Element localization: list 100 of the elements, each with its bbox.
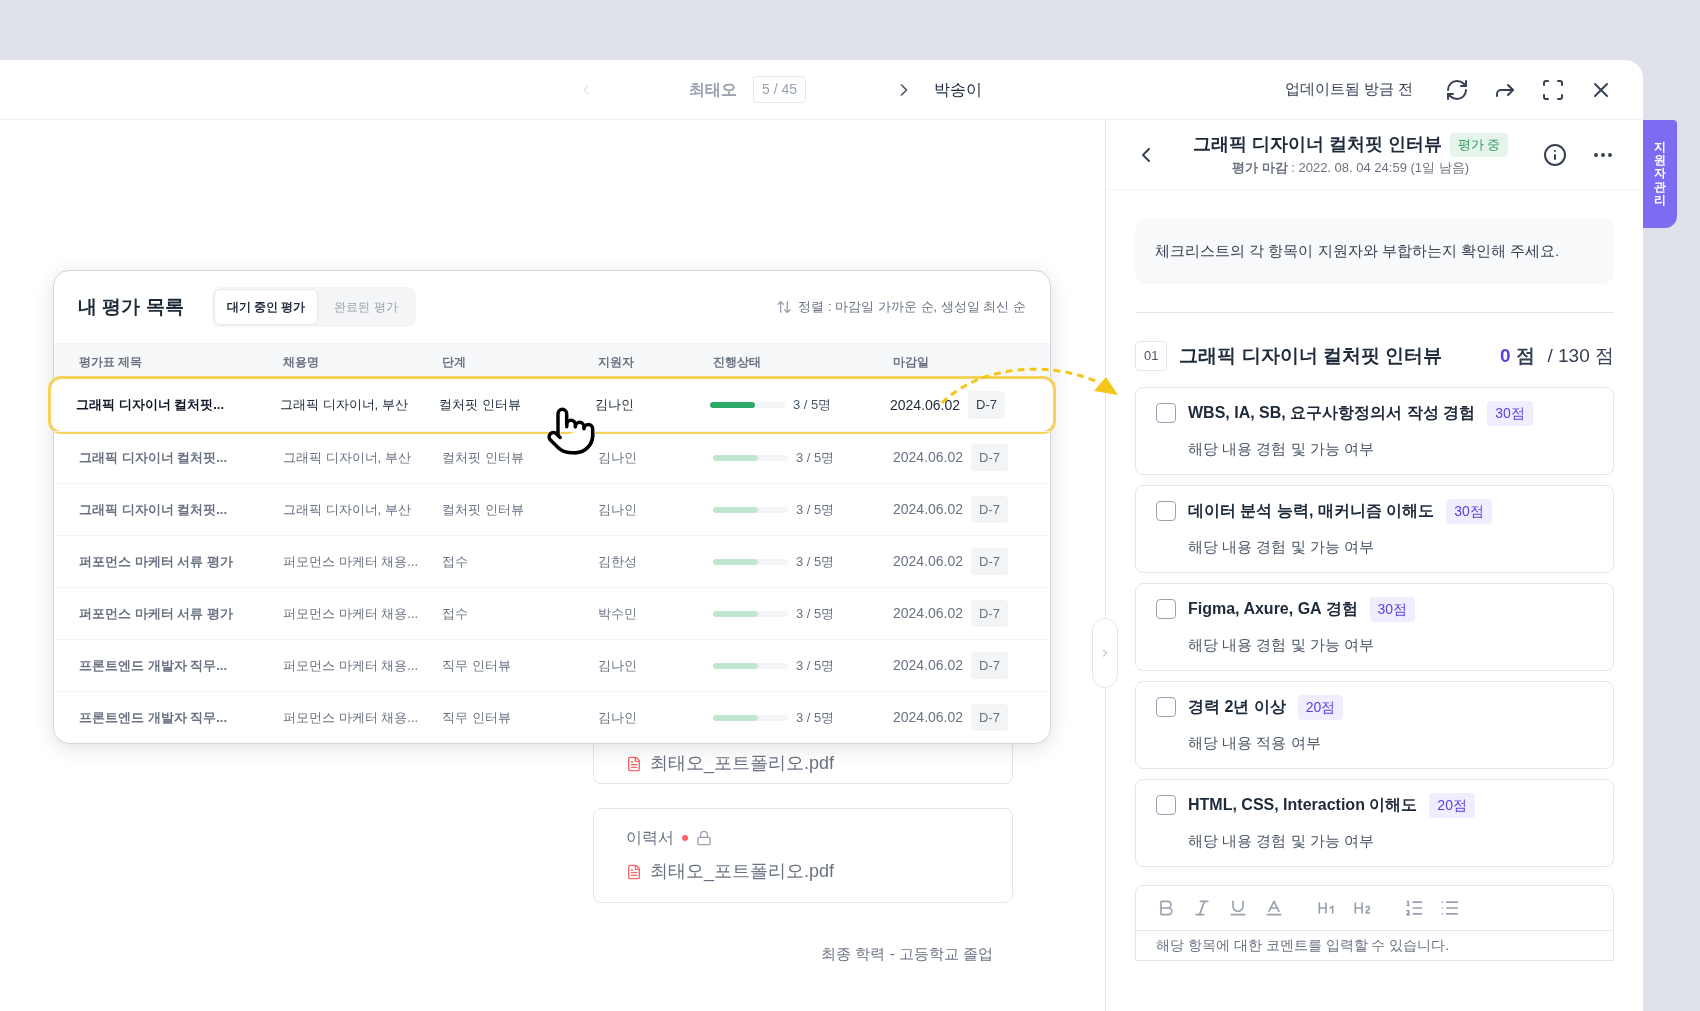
table-cell-text: 퍼모먼스 마케터 채용...: [283, 656, 420, 675]
checkbox[interactable]: [1156, 697, 1176, 718]
column-header: 마감일: [893, 353, 930, 371]
table-cell-text: 김나인: [595, 396, 635, 415]
points-badge: 30점: [1487, 400, 1533, 426]
lock-icon: [696, 830, 712, 846]
column-header: 지원자: [598, 353, 635, 371]
table-cell-text: 퍼모먼스 마케터 채용...: [283, 708, 420, 727]
table-cell-text: 3 / 5명: [796, 448, 835, 467]
table-cell-text: 직무 인터뷰: [442, 656, 512, 675]
checklist-description: 해당 내용 적용 여부: [1188, 732, 1322, 753]
checklist-title: 경력 2년 이상: [1188, 697, 1286, 718]
table-cell-text: 3 / 5명: [796, 708, 835, 727]
panel-collapse-handle[interactable]: [1092, 618, 1118, 688]
checklist-description: 해당 내용 경험 및 가능 여부: [1188, 438, 1375, 459]
table-cell-text: 김한성: [598, 552, 638, 571]
previous-applicant-name: 최태오: [689, 79, 737, 100]
table-row[interactable]: 프론트엔드 개발자 직무... 퍼모먼스 마케터 채용... 직무 인터뷰 김나인 3 / 5명 2024.06.02 D-7: [54, 691, 1050, 743]
checklist-description: 해당 내용 경험 및 가능 여부: [1188, 536, 1375, 557]
d-day-badge: D-7: [971, 547, 1009, 576]
checkbox[interactable]: [1156, 599, 1176, 620]
section-label: 이력서: [626, 828, 674, 848]
pdf-file-icon: [626, 755, 642, 772]
column-header: 단계: [442, 353, 467, 371]
table-cell-text: 그래픽 디자이너 컬처핏...: [79, 500, 229, 519]
checklist-title: Figma, Axure, GA 경험: [1188, 599, 1358, 620]
total-score: / 130 점: [1547, 343, 1614, 368]
table-cell-text: 퍼모먼스 마케터 채용...: [283, 604, 420, 623]
d-day-badge: D-7: [968, 391, 1006, 419]
d-day-badge: D-7: [971, 651, 1009, 680]
italic-icon[interactable]: [1192, 897, 1212, 918]
fullscreen-icon[interactable]: [1541, 77, 1565, 102]
sort-label[interactable]: 정렬 : 마감일 가까운 순, 생성일 최신 순: [798, 297, 1026, 317]
checklist-title: WBS, IA, SB, 요구사항정의서 작성 경험: [1188, 403, 1476, 424]
checklist-description: 해당 내용 경험 및 가능 여부: [1188, 634, 1375, 655]
section-title: 그래픽 디자이너 컬처핏 인터뷰: [1179, 343, 1443, 368]
points-badge: 30점: [1446, 498, 1492, 524]
refresh-icon[interactable]: [1445, 77, 1469, 102]
points-badge: 20점: [1297, 694, 1344, 720]
current-score: 0: [1499, 343, 1511, 368]
table-cell-text: 2024.06.02: [893, 552, 964, 571]
sort-icon[interactable]: [776, 299, 793, 315]
list-title: 내 평가 목록: [78, 294, 184, 319]
table-cell-text: 그래픽 디자이너, 부산: [283, 448, 412, 467]
d-day-badge: D-7: [971, 443, 1009, 472]
table-cell-text: 김나인: [598, 448, 638, 467]
filter-tab[interactable]: 대기 중인 평가: [213, 289, 319, 325]
column-header: 평가표 제목: [79, 353, 144, 371]
checklist-title: 데이터 분석 능력, 매커니즘 이해도: [1188, 501, 1435, 522]
table-cell-text: 2024.06.02: [893, 448, 964, 467]
table-cell-text: 3 / 5명: [793, 396, 832, 415]
table-cell-text: 직무 인터뷰: [442, 708, 512, 727]
table-cell-text: 컬처핏 인터뷰: [439, 396, 522, 415]
table-cell-text: 그래픽 디자이너, 부산: [280, 396, 409, 415]
table-cell-text: 퍼포먼스 마케터 서류 평가: [79, 604, 234, 623]
points-badge: 30점: [1369, 596, 1416, 622]
table-cell-text: 퍼모먼스 마케터 채용...: [283, 552, 420, 571]
panel-title: 그래픽 디자이너 컬처핏 인터뷰: [1192, 133, 1442, 157]
table-cell-text: 그래픽 디자이너 컬처핏...: [79, 448, 229, 467]
deadline-text: 평가 마감 : 2022. 08. 04 24:59 (1일 남음): [1232, 159, 1469, 178]
table-cell-text: 3 / 5명: [796, 552, 835, 571]
score-unit: 점: [1516, 343, 1536, 368]
column-header: 진행상태: [713, 353, 762, 371]
table-cell-text: 3 / 5명: [796, 604, 835, 623]
checklist-title: HTML, CSS, Interaction 이해도: [1188, 795, 1418, 816]
table-cell-text: 2024.06.02: [893, 500, 964, 519]
pdf-file-icon: [626, 863, 642, 880]
section-number: 01: [1135, 341, 1168, 371]
table-cell-text: 2024.06.02: [893, 604, 964, 623]
table-row[interactable]: 그래픽 디자이너 컬처핏... 그래픽 디자이너, 부산 컬처핏 인터뷰 김나인 3 / 5명 2024.06.02 D-7: [54, 483, 1050, 535]
d-day-badge: D-7: [971, 599, 1009, 628]
table-cell-text: 박수민: [598, 604, 638, 623]
table-cell-text: 김나인: [598, 656, 638, 675]
table-row[interactable]: 퍼포먼스 마케터 서류 평가 퍼모먼스 마케터 채용... 접수 김한성 3 / 5명 2024.06.02 D-7: [54, 535, 1050, 587]
notice-box: 체크리스트의 각 항목이 지원자와 부합하는지 확인해 주세요.: [1135, 218, 1614, 284]
position-counter: 5 / 45: [753, 76, 807, 103]
checkbox[interactable]: [1156, 795, 1176, 816]
table-row[interactable]: 퍼포먼스 마케터 서류 평가 퍼모먼스 마케터 채용... 접수 박수민 3 / 5명 2024.06.02 D-7: [54, 587, 1050, 639]
info-icon[interactable]: [1543, 142, 1567, 167]
update-status: 업데이트됨 방금 전: [1284, 79, 1413, 100]
d-day-badge: D-7: [971, 495, 1009, 524]
table-row[interactable]: 프론트엔드 개발자 직무... 퍼모먼스 마케터 채용... 직무 인터뷰 김나인 3 / 5명 2024.06.02 D-7: [54, 639, 1050, 691]
checkbox[interactable]: [1156, 501, 1176, 522]
table-cell-text: 접수: [442, 552, 469, 571]
table-cell-text: 프론트엔드 개발자 직무...: [79, 656, 229, 675]
next-applicant-name[interactable]: 박송이: [934, 77, 983, 102]
file-name: 최태오_포트폴리오.pdf: [650, 752, 835, 776]
d-day-badge: D-7: [971, 703, 1009, 732]
table-row[interactable]: 그래픽 디자이너 컬처핏... 그래픽 디자이너, 부산 컬처핏 인터뷰 김나인 3 / 5명 2024.06.02 D-7: [51, 379, 1053, 431]
checkbox[interactable]: [1156, 403, 1176, 424]
table-cell-text: 2024.06.02: [890, 395, 961, 415]
table-cell-text: 접수: [442, 604, 469, 623]
table-cell-text: 프론트엔드 개발자 직무...: [79, 708, 229, 727]
education-text: 최종 학력 - 고등학교 졸업: [821, 944, 994, 964]
hand-cursor-icon: [545, 405, 597, 457]
table-cell-text: 김나인: [598, 500, 638, 519]
checklist-description: 해당 내용 경험 및 가능 여부: [1188, 830, 1375, 851]
comment-input[interactable]: 해당 항목에 대한 코멘트를 입력할 수 있습니다.: [1135, 930, 1614, 961]
applicant-management-tab[interactable]: 지원자 관리: [1643, 120, 1677, 228]
file-name: 최태오_포트폴리오.pdf: [650, 860, 835, 884]
